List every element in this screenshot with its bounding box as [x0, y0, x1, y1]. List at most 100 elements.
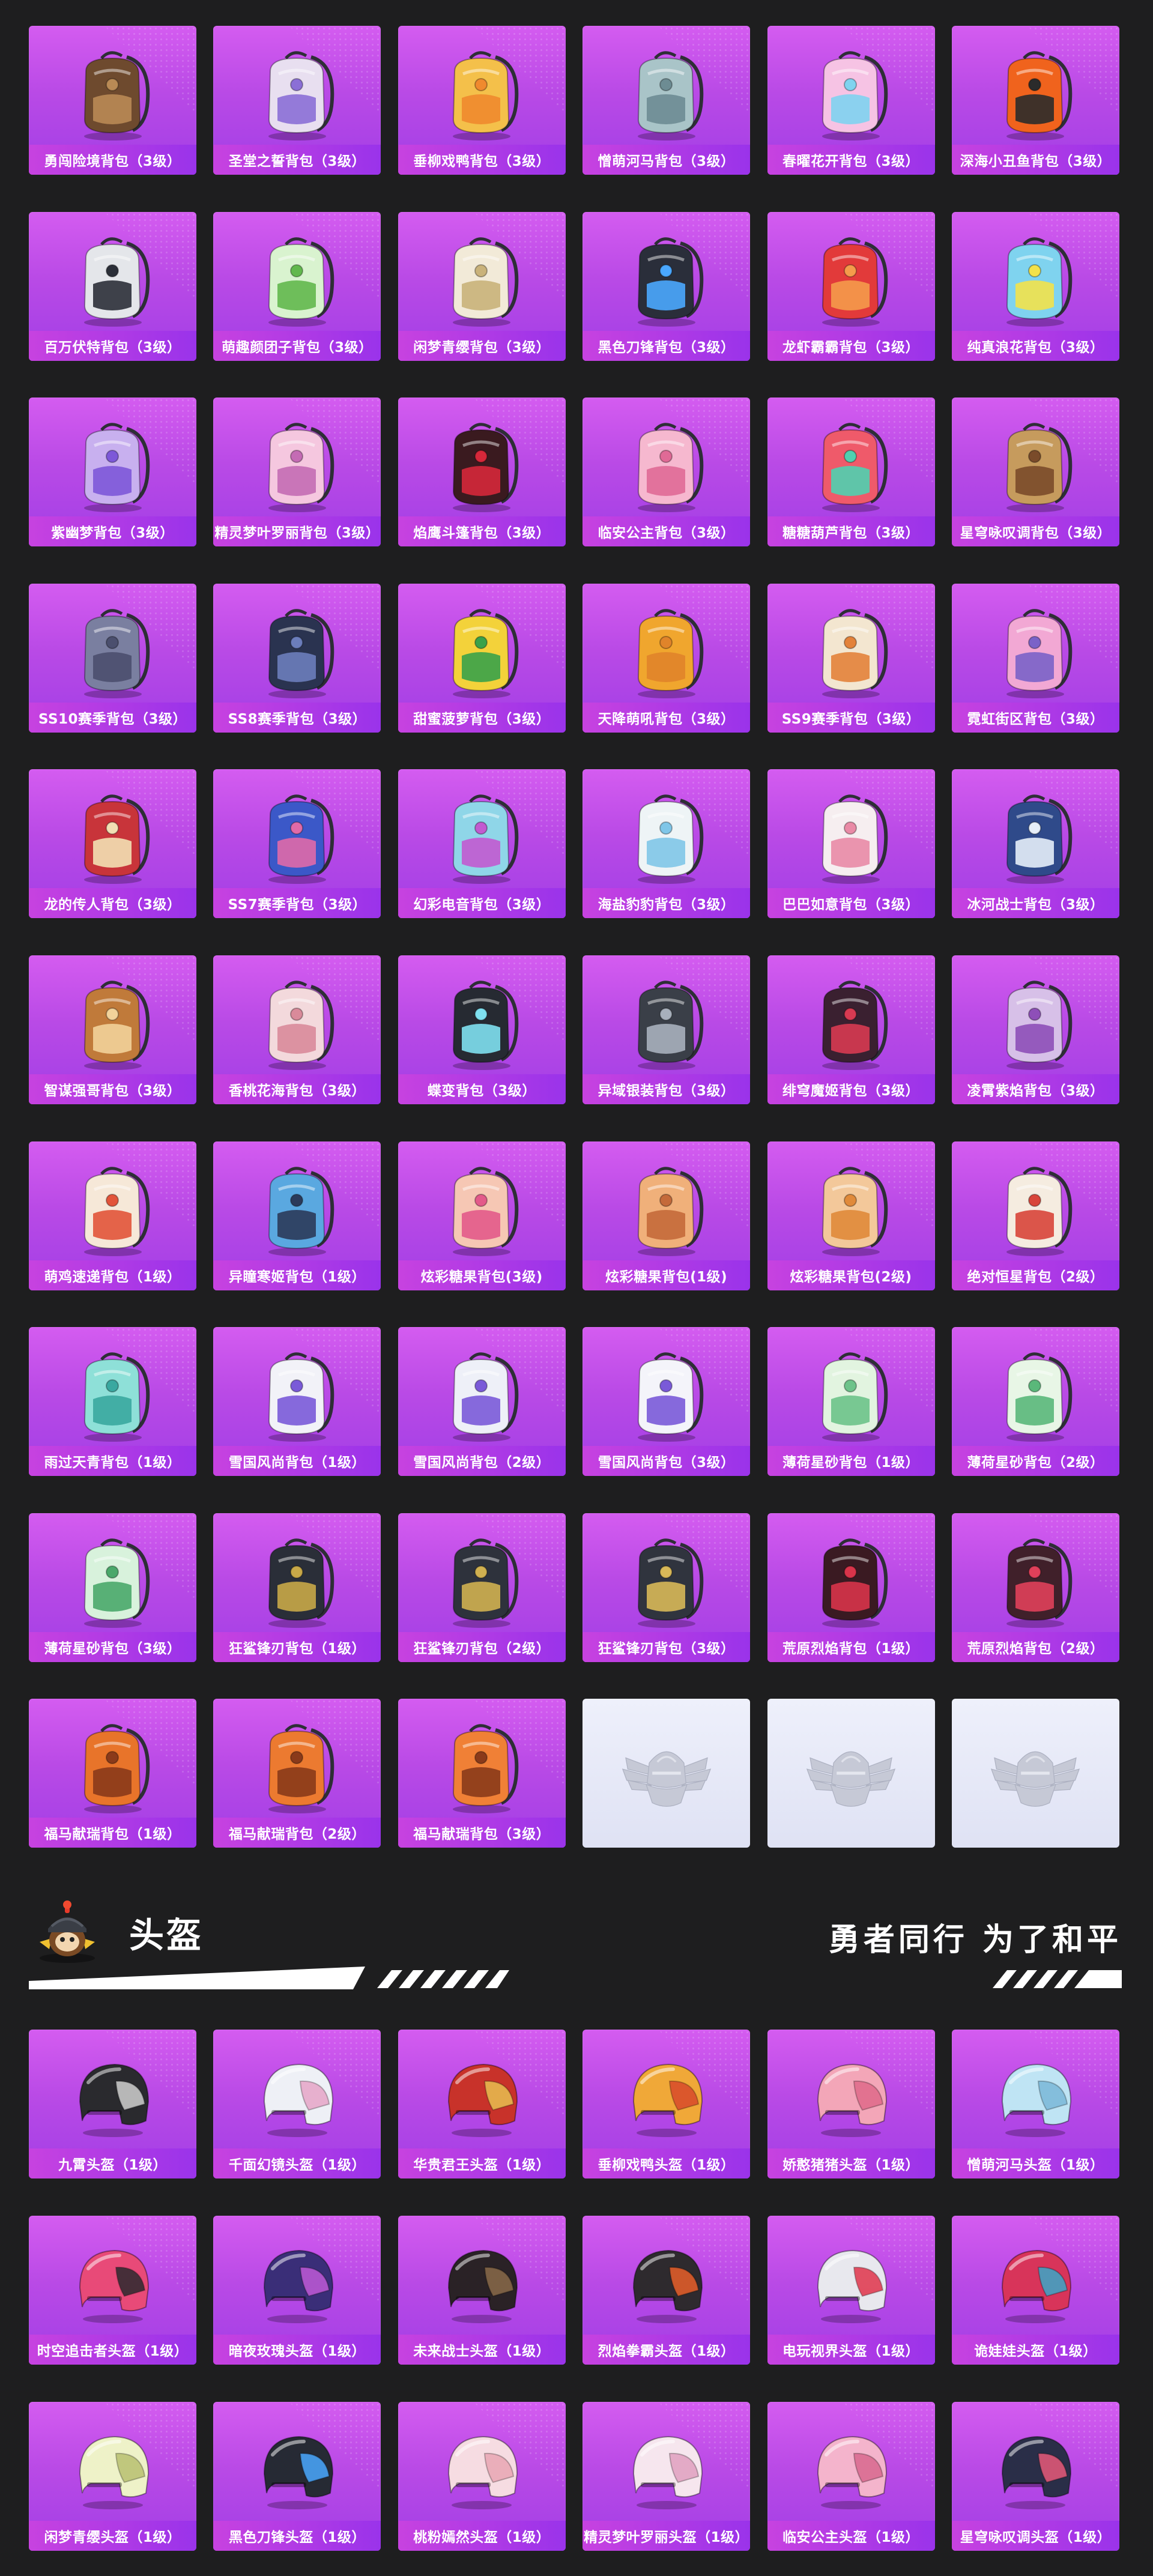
helmet-name-label: 华贵君王头盔（1级）: [398, 2148, 566, 2178]
backpack-card[interactable]: 香桃花海背包（3级）: [213, 955, 381, 1104]
helmet-card[interactable]: 九霄头盔（1级）: [29, 2030, 196, 2178]
backpack-card[interactable]: 雪国风尚背包（1级）: [213, 1327, 381, 1477]
helmet-card[interactable]: 憎萌河马头盔（1级）: [951, 2030, 1119, 2178]
helmet-name-label: 烈焰拳霸头盔（1级）: [583, 2335, 751, 2365]
helmet-card[interactable]: 临安公主头盔（1级）: [767, 2402, 935, 2551]
backpack-card[interactable]: 异域银装背包（3级）: [583, 955, 751, 1104]
backpack-card[interactable]: 薄荷星砂背包（2级）: [951, 1327, 1119, 1477]
helmet-name-label: 垂柳戏鸭头盔（1级）: [583, 2148, 751, 2178]
backpack-card[interactable]: 冰河战士背包（3级）: [951, 769, 1119, 919]
helmet-card[interactable]: 闲梦青缨头盔（1级）: [29, 2402, 196, 2551]
backpack-name-label: 雪国风尚背包（2级）: [398, 1446, 566, 1477]
backpack-card[interactable]: 绯穹魔姬背包（3级）: [767, 955, 935, 1104]
backpack-card[interactable]: 薄荷星砂背包（1级）: [767, 1327, 935, 1477]
backpack-card[interactable]: 春曜花开背包（3级）: [767, 26, 935, 175]
backpack-grid: 勇闯险境背包（3级） 圣堂之誓背包（3级） 垂柳戏鸭背包（3级） 憎萌河马背包（…: [0, 26, 1153, 1848]
helmet-card[interactable]: 诡娃娃头盔（1级）: [951, 2216, 1119, 2365]
shell-backpack-icon: [246, 970, 348, 1072]
backpack-card[interactable]: 雨过天青背包（1级）: [29, 1327, 196, 1477]
backpack-card[interactable]: 炫彩糖果背包(2级): [767, 1141, 935, 1290]
backpack-card[interactable]: 临安公主背包（3级）: [583, 398, 751, 547]
backpack-card[interactable]: 福马献瑞背包（1级）: [29, 1699, 196, 1848]
backpack-card[interactable]: 天降萌吼背包（3级）: [583, 583, 751, 733]
backpack-card[interactable]: 狂鲨锋刃背包（2级）: [398, 1513, 566, 1662]
white-lantern-backpack-icon: [431, 226, 533, 328]
helmet-card[interactable]: 桃粉嫣然头盔（1级）: [398, 2402, 566, 2551]
backpack-card[interactable]: SS8赛季背包（3级）: [213, 583, 381, 733]
backpack-card[interactable]: 福马献瑞背包（2级）: [213, 1699, 381, 1848]
backpack-card[interactable]: 百万伏特背包（3级）: [29, 211, 196, 361]
backpack-card[interactable]: 纯真浪花背包（3级）: [951, 211, 1119, 361]
backpack-name-label: 圣堂之誓背包（3级）: [213, 145, 381, 175]
helmet-card[interactable]: 华贵君王头盔（1级）: [398, 2030, 566, 2178]
backpack-name-label: 冰河战士背包（3级）: [951, 888, 1119, 919]
helmet-card[interactable]: 电玩视界头盔（1级）: [767, 2216, 935, 2365]
orange-white-backpack-icon: [800, 598, 902, 700]
doll-helmet-icon: [984, 2230, 1086, 2332]
backpack-card[interactable]: 垂柳戏鸭背包（3级）: [398, 26, 566, 175]
drink-cup-backpack-icon: [984, 226, 1086, 328]
backpack-card[interactable]: 勇闯险境背包（3级）: [29, 26, 196, 175]
backpack-card[interactable]: 海盐豹豹背包（3级）: [583, 769, 751, 919]
backpack-card[interactable]: 绝对恒星背包（2级）: [951, 1141, 1119, 1290]
shark-backpack-icon: [616, 1528, 718, 1630]
lobster-backpack-icon: [800, 226, 902, 328]
backpack-card[interactable]: 荒原烈焰背包（2级）: [951, 1513, 1119, 1662]
backpack-card[interactable]: 智谋强哥背包（3级）: [29, 955, 196, 1104]
backpack-card[interactable]: 雪国风尚背包（2级）: [398, 1327, 566, 1477]
helmet-name-label: 电玩视界头盔（1级）: [767, 2335, 935, 2365]
backpack-card[interactable]: 闲梦青缨背包（3级）: [398, 211, 566, 361]
backpack-card[interactable]: 狂鲨锋刃背包（1级）: [213, 1513, 381, 1662]
helmet-card[interactable]: 时空追击者头盔（1级）: [29, 2216, 196, 2365]
backpack-card[interactable]: 星穹咏叹调背包（3级）: [951, 398, 1119, 547]
backpack-card[interactable]: 霓虹街区背包（3级）: [951, 583, 1119, 733]
backpack-card[interactable]: 炫彩糖果背包(1级): [583, 1141, 751, 1290]
backpack-card[interactable]: 巴巴如意背包（3级）: [767, 769, 935, 919]
backpack-card[interactable]: SS7赛季背包（3级）: [213, 769, 381, 919]
backpack-card[interactable]: 深海小丑鱼背包（3级）: [951, 26, 1119, 175]
backpack-card[interactable]: 狂鲨锋刃背包（3级）: [583, 1513, 751, 1662]
backpack-name-label: 香桃花海背包（3级）: [213, 1074, 381, 1104]
backpack-card[interactable]: 萌鸡速递背包（1级）: [29, 1141, 196, 1290]
backpack-card[interactable]: SS9赛季背包（3级）: [767, 583, 935, 733]
helmet-card[interactable]: 未来战士头盔（1级）: [398, 2216, 566, 2365]
backpack-card[interactable]: 福马献瑞背包（3级）: [398, 1699, 566, 1848]
backpack-card[interactable]: 萌趣颜团子背包（3级）: [213, 211, 381, 361]
backpack-card[interactable]: 幻彩电音背包（3级）: [398, 769, 566, 919]
grey-purple-backpack-icon: [62, 598, 164, 700]
backpack-card[interactable]: 黑色刀锋背包（3级）: [583, 211, 751, 361]
backpack-name-label: 薄荷星砂背包（3级）: [29, 1631, 196, 1662]
helmet-card[interactable]: 暗夜玫瑰头盔（1级）: [213, 2216, 381, 2365]
helmet-card[interactable]: 娇憨猪猪头盔（1级）: [767, 2030, 935, 2178]
backpack-card[interactable]: 龙的传人背包（3级）: [29, 769, 196, 919]
backpack-card[interactable]: 炫彩糖果背包(3级): [398, 1141, 566, 1290]
backpack-card[interactable]: 圣堂之誓背包（3级）: [213, 26, 381, 175]
black-blade-helmet-icon: [246, 2416, 348, 2518]
backpack-card[interactable]: 紫幽梦背包（3级）: [29, 398, 196, 547]
helmet-card[interactable]: 垂柳戏鸭头盔（1级）: [583, 2030, 751, 2178]
backpack-card[interactable]: 龙虾霸霸背包（3级）: [767, 211, 935, 361]
helmet-card[interactable]: 黑色刀锋头盔（1级）: [213, 2402, 381, 2551]
backpack-card[interactable]: SS10赛季背包（3级）: [29, 583, 196, 733]
helmet-card[interactable]: 精灵梦叶罗丽头盔（1级）: [583, 2402, 751, 2551]
backpack-card[interactable]: 凌霄紫焰背包（3级）: [951, 955, 1119, 1104]
winged-white-backpack-icon: [246, 40, 348, 142]
backpack-card[interactable]: 雪国风尚背包（3级）: [583, 1327, 751, 1477]
backpack-card[interactable]: 糖糖葫芦背包（3级）: [767, 398, 935, 547]
backpack-name-label: 龙虾霸霸背包（3级）: [767, 330, 935, 361]
backpack-card[interactable]: 精灵梦叶罗丽背包（3级）: [213, 398, 381, 547]
shark-backpack-icon: [431, 1528, 533, 1630]
backpack-card[interactable]: 异瞳寒姬背包（1级）: [213, 1141, 381, 1290]
helmet-card[interactable]: 星穹咏叹调头盔（1级）: [951, 2402, 1119, 2551]
helmet-card[interactable]: 烈焰拳霸头盔（1级）: [583, 2216, 751, 2365]
backpack-card[interactable]: 憎萌河马背包（3级）: [583, 26, 751, 175]
backpack-card[interactable]: 荒原烈焰背包（1级）: [767, 1513, 935, 1662]
helmet-card[interactable]: 千面幻镜头盔（1级）: [213, 2030, 381, 2178]
light-blue-helmet-icon: [984, 2044, 1086, 2146]
backpack-card[interactable]: 甜蜜菠萝背包（3级）: [398, 583, 566, 733]
backpack-card[interactable]: 焰鹰斗篷背包（3级）: [398, 398, 566, 547]
backpack-card[interactable]: 蝶变背包（3级）: [398, 955, 566, 1104]
backpack-name-label: 狂鲨锋刃背包（3级）: [583, 1631, 751, 1662]
backpack-card[interactable]: 薄荷星砂背包（3级）: [29, 1513, 196, 1662]
neon-pink-backpack-icon: [984, 598, 1086, 700]
